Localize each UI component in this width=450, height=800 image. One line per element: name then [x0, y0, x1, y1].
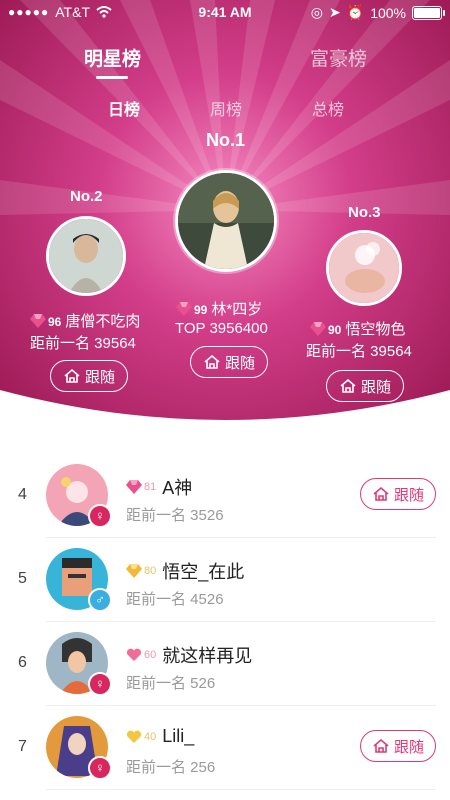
tab-weekly[interactable]: 周榜 — [210, 96, 242, 120]
rank-index: 5 — [18, 570, 27, 587]
follow-button[interactable]: 跟随 — [360, 478, 436, 510]
list-item[interactable]: 4 ♀ 81 A神 距前一名 3526 跟随 — [0, 454, 450, 538]
status-bar: ●●●●● AT&T 9:41 AM ◎ ➤ ⏰ 100% — [0, 0, 450, 24]
list-item[interactable]: 7 ♀ 40 Lili_ 距前一名 256 跟随 — [0, 706, 450, 790]
alarm-icon: ⏰ — [346, 4, 365, 20]
rank-2-follow-button[interactable]: 跟随 — [50, 360, 128, 392]
heart-icon — [126, 730, 142, 743]
rank-3-follow-button[interactable]: 跟随 — [326, 370, 404, 402]
location-icon: ➤ — [329, 4, 341, 20]
rank-2-label: No.2 — [70, 188, 103, 205]
main-tabs: 明星榜 富豪榜 — [0, 44, 450, 79]
male-icon: ♂ — [88, 588, 112, 612]
gem-icon — [310, 322, 326, 336]
rank-3-name-line: 90 悟空物色 — [310, 318, 405, 339]
user-name: A神 — [162, 478, 193, 498]
gem-icon — [126, 564, 142, 578]
rank-index: 6 — [18, 654, 27, 671]
tab-total[interactable]: 总榜 — [312, 96, 344, 120]
rank-1-name-line: 99 林*四岁 — [176, 298, 262, 319]
gap-text: 距前一名 526 — [126, 675, 216, 692]
battery-label: 100% — [370, 4, 406, 21]
gap-text: 距前一名 3526 — [126, 507, 224, 524]
rank-1-follow-button[interactable]: 跟随 — [190, 346, 268, 378]
tab-daily[interactable]: 日榜 — [108, 96, 140, 120]
level-badge: 81 — [144, 481, 157, 493]
rank-3-name: 悟空物色 — [345, 321, 406, 338]
home-icon — [64, 368, 80, 383]
list-item[interactable]: 5 ♂ 80 悟空_在此 距前一名 4526 — [0, 538, 450, 622]
home-icon — [204, 354, 220, 369]
rank-1-avatar[interactable] — [175, 170, 277, 272]
rank-1-score: TOP 3956400 — [175, 320, 268, 337]
user-name: Lili_ — [162, 726, 195, 746]
female-icon: ♀ — [88, 756, 112, 780]
gem-icon — [176, 302, 192, 316]
home-icon — [340, 378, 356, 393]
rank-2-name: 唐僧不吃肉 — [65, 313, 141, 330]
tab-rich-ranking[interactable]: 富豪榜 — [310, 44, 367, 71]
gem-icon — [126, 480, 142, 494]
female-icon: ♀ — [88, 672, 112, 696]
home-icon — [373, 738, 389, 753]
leaderboard-hero: ●●●●● AT&T 9:41 AM ◎ ➤ ⏰ 100% 明星榜 富豪榜 日榜… — [0, 0, 450, 440]
gem-icon — [30, 314, 46, 328]
user-name: 就这样再见 — [162, 646, 253, 666]
tab-star-ranking[interactable]: 明星榜 — [84, 44, 141, 71]
level-badge: 40 — [144, 730, 157, 743]
female-icon: ♀ — [88, 504, 112, 528]
rank-index: 4 — [18, 486, 27, 503]
home-icon — [373, 486, 389, 501]
rank-2-name-line: 96 唐僧不吃肉 — [30, 310, 140, 331]
list-item[interactable]: 6 ♀ 60 就这样再见 距前一名 526 — [0, 622, 450, 706]
gap-text: 距前一名 256 — [126, 759, 216, 776]
rank-1-label: No.1 — [206, 130, 246, 150]
rank-2-avatar[interactable] — [46, 216, 126, 296]
lock-rotation-icon: ◎ — [310, 4, 324, 20]
rank-3-avatar[interactable] — [326, 230, 402, 306]
rank-1-name: 林*四岁 — [211, 301, 263, 318]
rank-3-score: 距前一名 39564 — [306, 343, 412, 360]
user-name: 悟空_在此 — [162, 562, 245, 582]
rank-3-label: No.3 — [348, 204, 381, 221]
level-badge: 80 — [144, 565, 157, 577]
follow-button[interactable]: 跟随 — [360, 730, 436, 762]
rank-2-score: 距前一名 39564 — [30, 335, 136, 352]
heart-icon — [126, 648, 142, 661]
rank-index: 7 — [18, 738, 27, 755]
battery-icon — [412, 5, 445, 20]
gap-text: 距前一名 4526 — [126, 591, 224, 608]
level-badge: 60 — [144, 649, 157, 661]
divider — [46, 789, 436, 790]
tab-active-indicator — [96, 76, 128, 79]
period-tabs: 日榜 周榜 总榜 — [0, 96, 450, 120]
